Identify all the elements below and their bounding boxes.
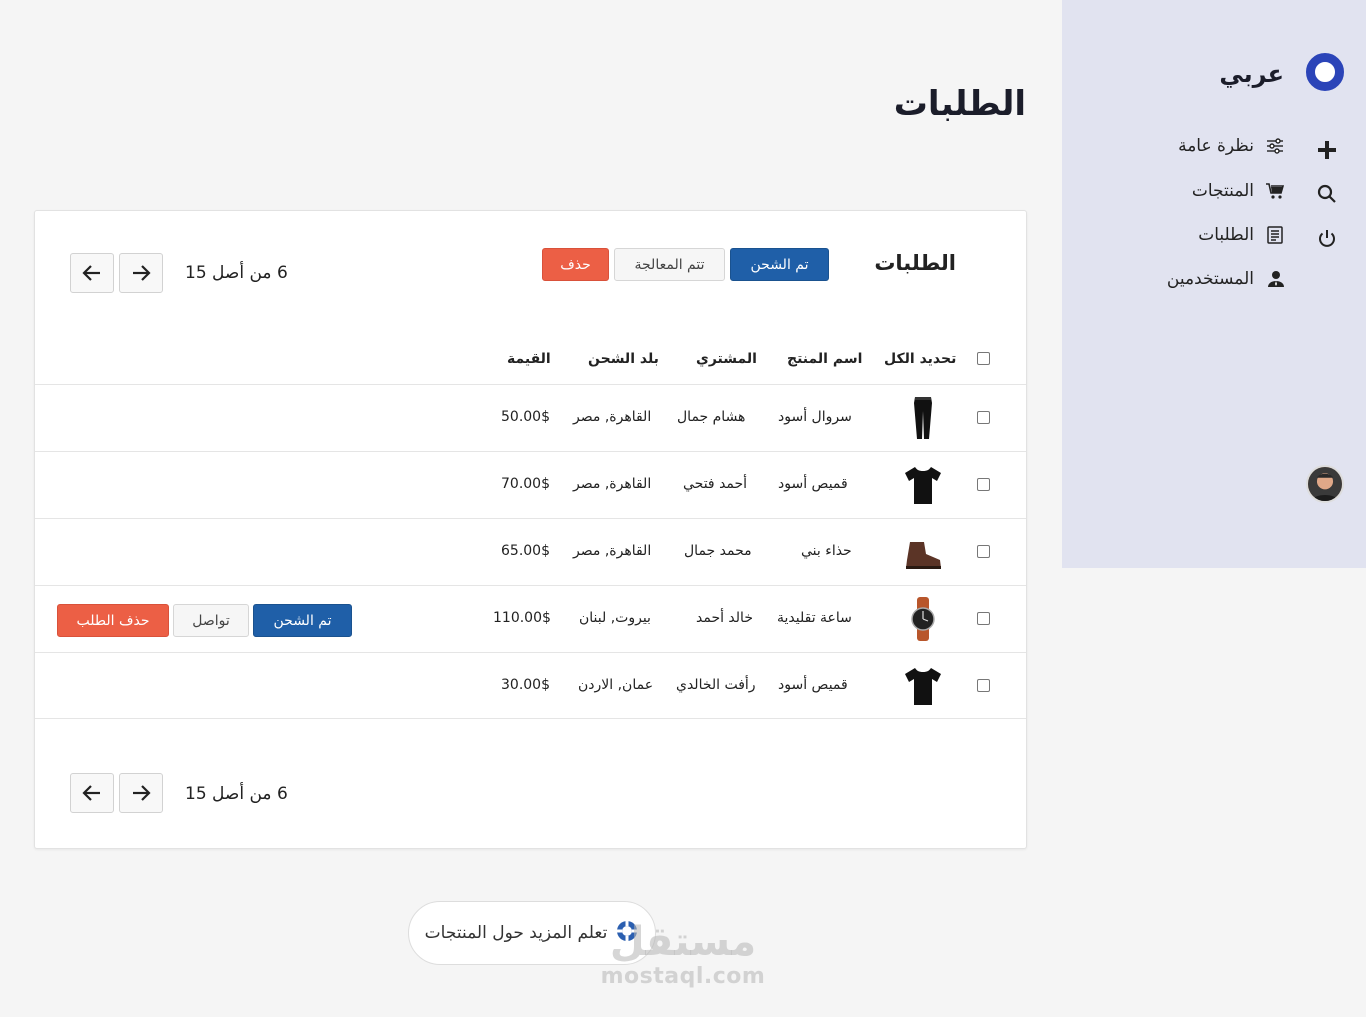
brand-name: عربي — [1219, 60, 1284, 88]
arrow-left-icon — [82, 785, 100, 801]
buyer-name: أحمد فتحي — [683, 476, 748, 492]
order-value: 110.00$ — [493, 610, 551, 626]
table-row: سروال أسود هشام جمال القاهرة, مصر 50.00$ — [35, 384, 1026, 451]
orders-card: الطلبات تم الشحن تتم المعالجة حذف 6 من أ… — [34, 210, 1027, 849]
nav-label-users: المستخدمين — [1166, 269, 1254, 289]
plus-icon[interactable] — [1314, 137, 1340, 163]
sliders-icon — [1264, 135, 1286, 157]
nav-item-users[interactable]: المستخدمين — [1167, 268, 1286, 290]
row-checkbox[interactable] — [977, 411, 990, 424]
cart-icon — [1264, 180, 1286, 202]
table-row: حذاء بني محمد جمال القاهرة, مصر 65.00$ — [35, 518, 1026, 585]
order-value: 50.00$ — [501, 409, 550, 425]
prev-page-button-bottom[interactable] — [70, 773, 114, 813]
card-title: الطلبات — [874, 251, 956, 275]
product-thumbnail-pants — [900, 394, 946, 442]
next-page-button-top[interactable] — [119, 253, 163, 293]
product-name: حذاء بني — [801, 543, 852, 559]
logo-icon — [1306, 53, 1344, 91]
table-row: ساعة تقليدية خالد أحمد بيروت, لبنان 110.… — [35, 585, 1026, 652]
row-checkbox[interactable] — [977, 612, 990, 625]
nav-item-orders[interactable]: الطلبات — [1198, 224, 1286, 246]
table-row: قميص أسود رأفت الخالدي عمان, الاردن 30.0… — [35, 652, 1026, 719]
nav-label-orders: الطلبات — [1198, 225, 1254, 245]
header-buyer: المشتري — [696, 351, 757, 367]
bulk-delete-button[interactable]: حذف — [542, 248, 609, 281]
nav-label-products: المنتجات — [1191, 181, 1254, 201]
search-icon[interactable] — [1314, 181, 1340, 207]
power-icon[interactable] — [1314, 225, 1340, 251]
learn-more-label: تعلم المزيد حول المنتجات — [424, 923, 608, 943]
buyer-name: محمد جمال — [684, 543, 752, 559]
product-name: ساعة تقليدية — [777, 610, 852, 626]
watermark-logo: مستقل mostaql.com — [600, 919, 766, 989]
prev-page-button-top[interactable] — [70, 253, 114, 293]
nav-item-products[interactable]: المنتجات — [1192, 180, 1286, 202]
header-value: القيمة — [507, 351, 551, 367]
header-product-name: اسم المنتج — [787, 351, 863, 367]
product-thumbnail-tshirt — [900, 662, 946, 710]
bulk-shipped-button[interactable]: تم الشحن — [730, 248, 829, 281]
header-select-all: تحديد الكل — [884, 351, 957, 367]
header-country: بلد الشحن — [588, 351, 659, 367]
row-checkbox[interactable] — [977, 545, 990, 558]
row-contact-button[interactable]: تواصل — [173, 604, 249, 637]
arrow-right-icon — [133, 265, 151, 281]
arrow-left-icon — [82, 265, 100, 281]
table-row: قميص أسود أحمد فتحي القاهرة, مصر 70.00$ — [35, 451, 1026, 518]
sidebar: عربي نظرة عامة المنتجات الطلبات المستخدم… — [1062, 0, 1366, 568]
row-checkbox[interactable] — [977, 478, 990, 491]
select-all-checkbox[interactable] — [977, 352, 990, 365]
users-icon — [1264, 268, 1286, 290]
document-icon — [1264, 224, 1286, 246]
row-shipped-button[interactable]: تم الشحن — [253, 604, 352, 637]
product-name: قميص أسود — [778, 476, 848, 492]
bulk-processing-button[interactable]: تتم المعالجة — [614, 248, 725, 281]
product-name: سروال أسود — [778, 409, 852, 425]
product-thumbnail-tshirt — [900, 461, 946, 509]
product-name: قميص أسود — [778, 677, 848, 693]
shipping-country: القاهرة, مصر — [573, 409, 652, 425]
order-value: 30.00$ — [501, 677, 550, 693]
order-value: 65.00$ — [501, 543, 550, 559]
pagination-info-top: 6 من أصل 15 — [185, 263, 288, 283]
order-value: 70.00$ — [501, 476, 550, 492]
row-checkbox[interactable] — [977, 679, 990, 692]
row-delete-order-button[interactable]: حذف الطلب — [57, 604, 169, 637]
buyer-name: رأفت الخالدي — [676, 677, 756, 693]
pagination-info-bottom: 6 من أصل 15 — [185, 784, 288, 804]
buyer-name: خالد أحمد — [696, 610, 753, 626]
product-thumbnail-watch — [900, 595, 946, 643]
nav-item-overview[interactable]: نظرة عامة — [1178, 135, 1286, 157]
next-page-button-bottom[interactable] — [119, 773, 163, 813]
shipping-country: بيروت, لبنان — [579, 610, 651, 626]
page-title: الطلبات — [893, 84, 1026, 124]
shipping-country: عمان, الاردن — [578, 677, 654, 693]
buyer-name: هشام جمال — [677, 409, 746, 425]
shipping-country: القاهرة, مصر — [573, 543, 652, 559]
avatar[interactable] — [1306, 465, 1344, 503]
shipping-country: القاهرة, مصر — [573, 476, 652, 492]
product-thumbnail-boot — [900, 528, 946, 576]
arrow-right-icon — [133, 785, 151, 801]
nav-label-overview: نظرة عامة — [1178, 136, 1254, 156]
